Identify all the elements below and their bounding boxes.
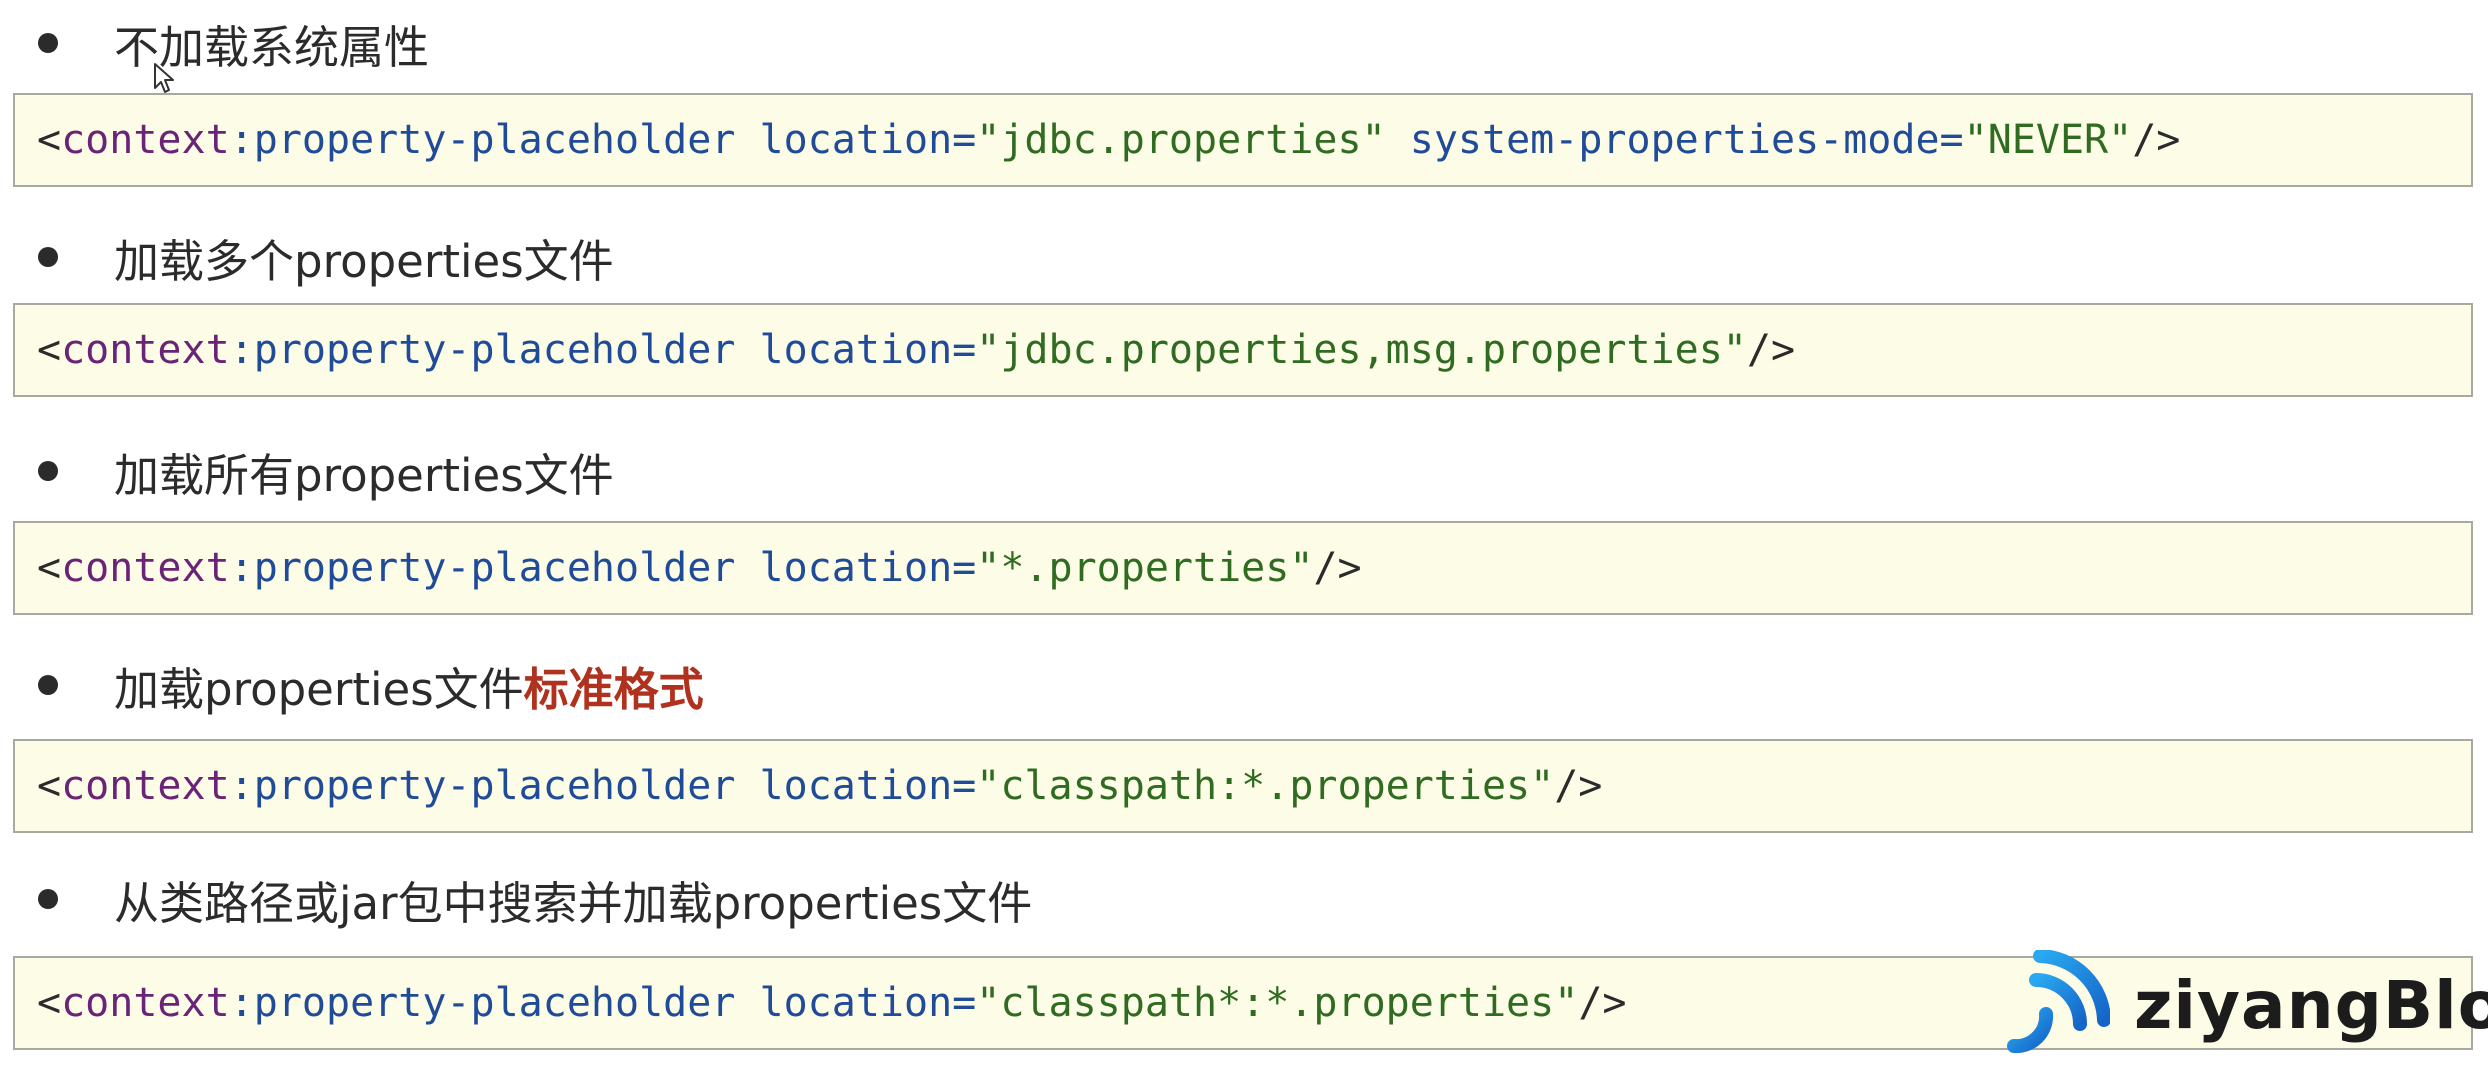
code-namespace: context: [61, 545, 230, 591]
code-line: <context:property-placeholder location="…: [37, 327, 1795, 373]
code-tag-name: property-placeholder: [253, 545, 736, 591]
code-attr-name: location=: [759, 980, 977, 1026]
code-tag-name: property-placeholder: [253, 763, 736, 809]
code-line: <context:property-placeholder location="…: [37, 980, 1626, 1026]
code-attr-name: location=: [759, 545, 977, 591]
bullet-text: 加载所有properties文件: [114, 448, 614, 502]
code-colon: :: [229, 763, 254, 809]
code-open-bracket: <: [37, 545, 62, 591]
code-line: <context:property-placeholder location="…: [37, 763, 1602, 809]
code-open-bracket: <: [37, 980, 62, 1026]
bullet-text: 加载properties文件标准格式: [114, 653, 704, 718]
code-close-bracket: />: [1554, 763, 1603, 809]
code-attr-name: location=: [759, 327, 977, 373]
mouse-pointer-icon: [154, 63, 174, 93]
code-colon: :: [229, 327, 254, 373]
page: 不加载系统属性 <context:property-placeholder lo…: [0, 0, 2488, 1068]
bullet-dot-icon: [38, 889, 58, 909]
code-colon: :: [229, 980, 254, 1026]
code-attr-name: location=: [759, 763, 977, 809]
code-attr-name: system-properties-mode=: [1409, 117, 1964, 163]
code-tag-name: property-placeholder: [253, 327, 736, 373]
code-close-bracket: />: [1313, 545, 1362, 591]
code-attr-value: "jdbc.properties,msg.properties": [976, 327, 1747, 373]
code-line: <context:property-placeholder location="…: [37, 117, 2180, 163]
code-block: <context:property-placeholder location="…: [13, 739, 2473, 833]
bullet-text: 从类路径或jar包中搜索并加载properties文件: [114, 876, 1033, 930]
code-block: <context:property-placeholder location="…: [13, 303, 2473, 397]
code-close-bracket: />: [1746, 327, 1796, 373]
bullet-dot-icon: [38, 33, 58, 53]
bullet-text-plain: 加载properties文件: [114, 662, 524, 716]
bullet-dot-icon: [38, 247, 58, 267]
code-namespace: context: [61, 980, 230, 1026]
code-attr-value: "NEVER": [1963, 117, 2133, 163]
bullet-text: 加载多个properties文件: [114, 234, 614, 288]
code-block: <context:property-placeholder location="…: [13, 93, 2473, 187]
code-close-bracket: />: [2132, 117, 2181, 163]
code-attr-value: "*.properties": [976, 545, 1314, 591]
bullet-text-emphasis: 标准格式: [523, 662, 704, 716]
code-attr-value: "classpath:*.properties": [976, 763, 1555, 809]
code-block: <context:property-placeholder location="…: [13, 521, 2473, 615]
code-namespace: context: [61, 117, 230, 163]
code-colon: :: [229, 117, 254, 163]
code-attr-name: location=: [759, 117, 977, 163]
code-namespace: context: [61, 327, 230, 373]
code-attr-value: "jdbc.properties": [976, 117, 1386, 163]
code-close-bracket: />: [1578, 980, 1627, 1026]
code-open-bracket: <: [37, 763, 62, 809]
code-line: <context:property-placeholder location="…: [37, 545, 1362, 591]
code-tag-name: property-placeholder: [253, 980, 736, 1026]
wifi-signal-logo-icon: [2007, 950, 2110, 1054]
bullet-dot-icon: [38, 461, 58, 481]
bullet-dot-icon: [38, 675, 58, 695]
code-tag-name: property-placeholder: [253, 117, 736, 163]
code-colon: :: [229, 545, 254, 591]
code-attr-value: "classpath*:*.properties": [976, 980, 1579, 1026]
code-namespace: context: [61, 763, 230, 809]
watermark: ziyangBlog: [2000, 950, 2488, 1060]
code-open-bracket: <: [37, 117, 62, 163]
watermark-text: ziyangBlog: [2134, 966, 2488, 1044]
code-open-bracket: <: [37, 327, 62, 373]
